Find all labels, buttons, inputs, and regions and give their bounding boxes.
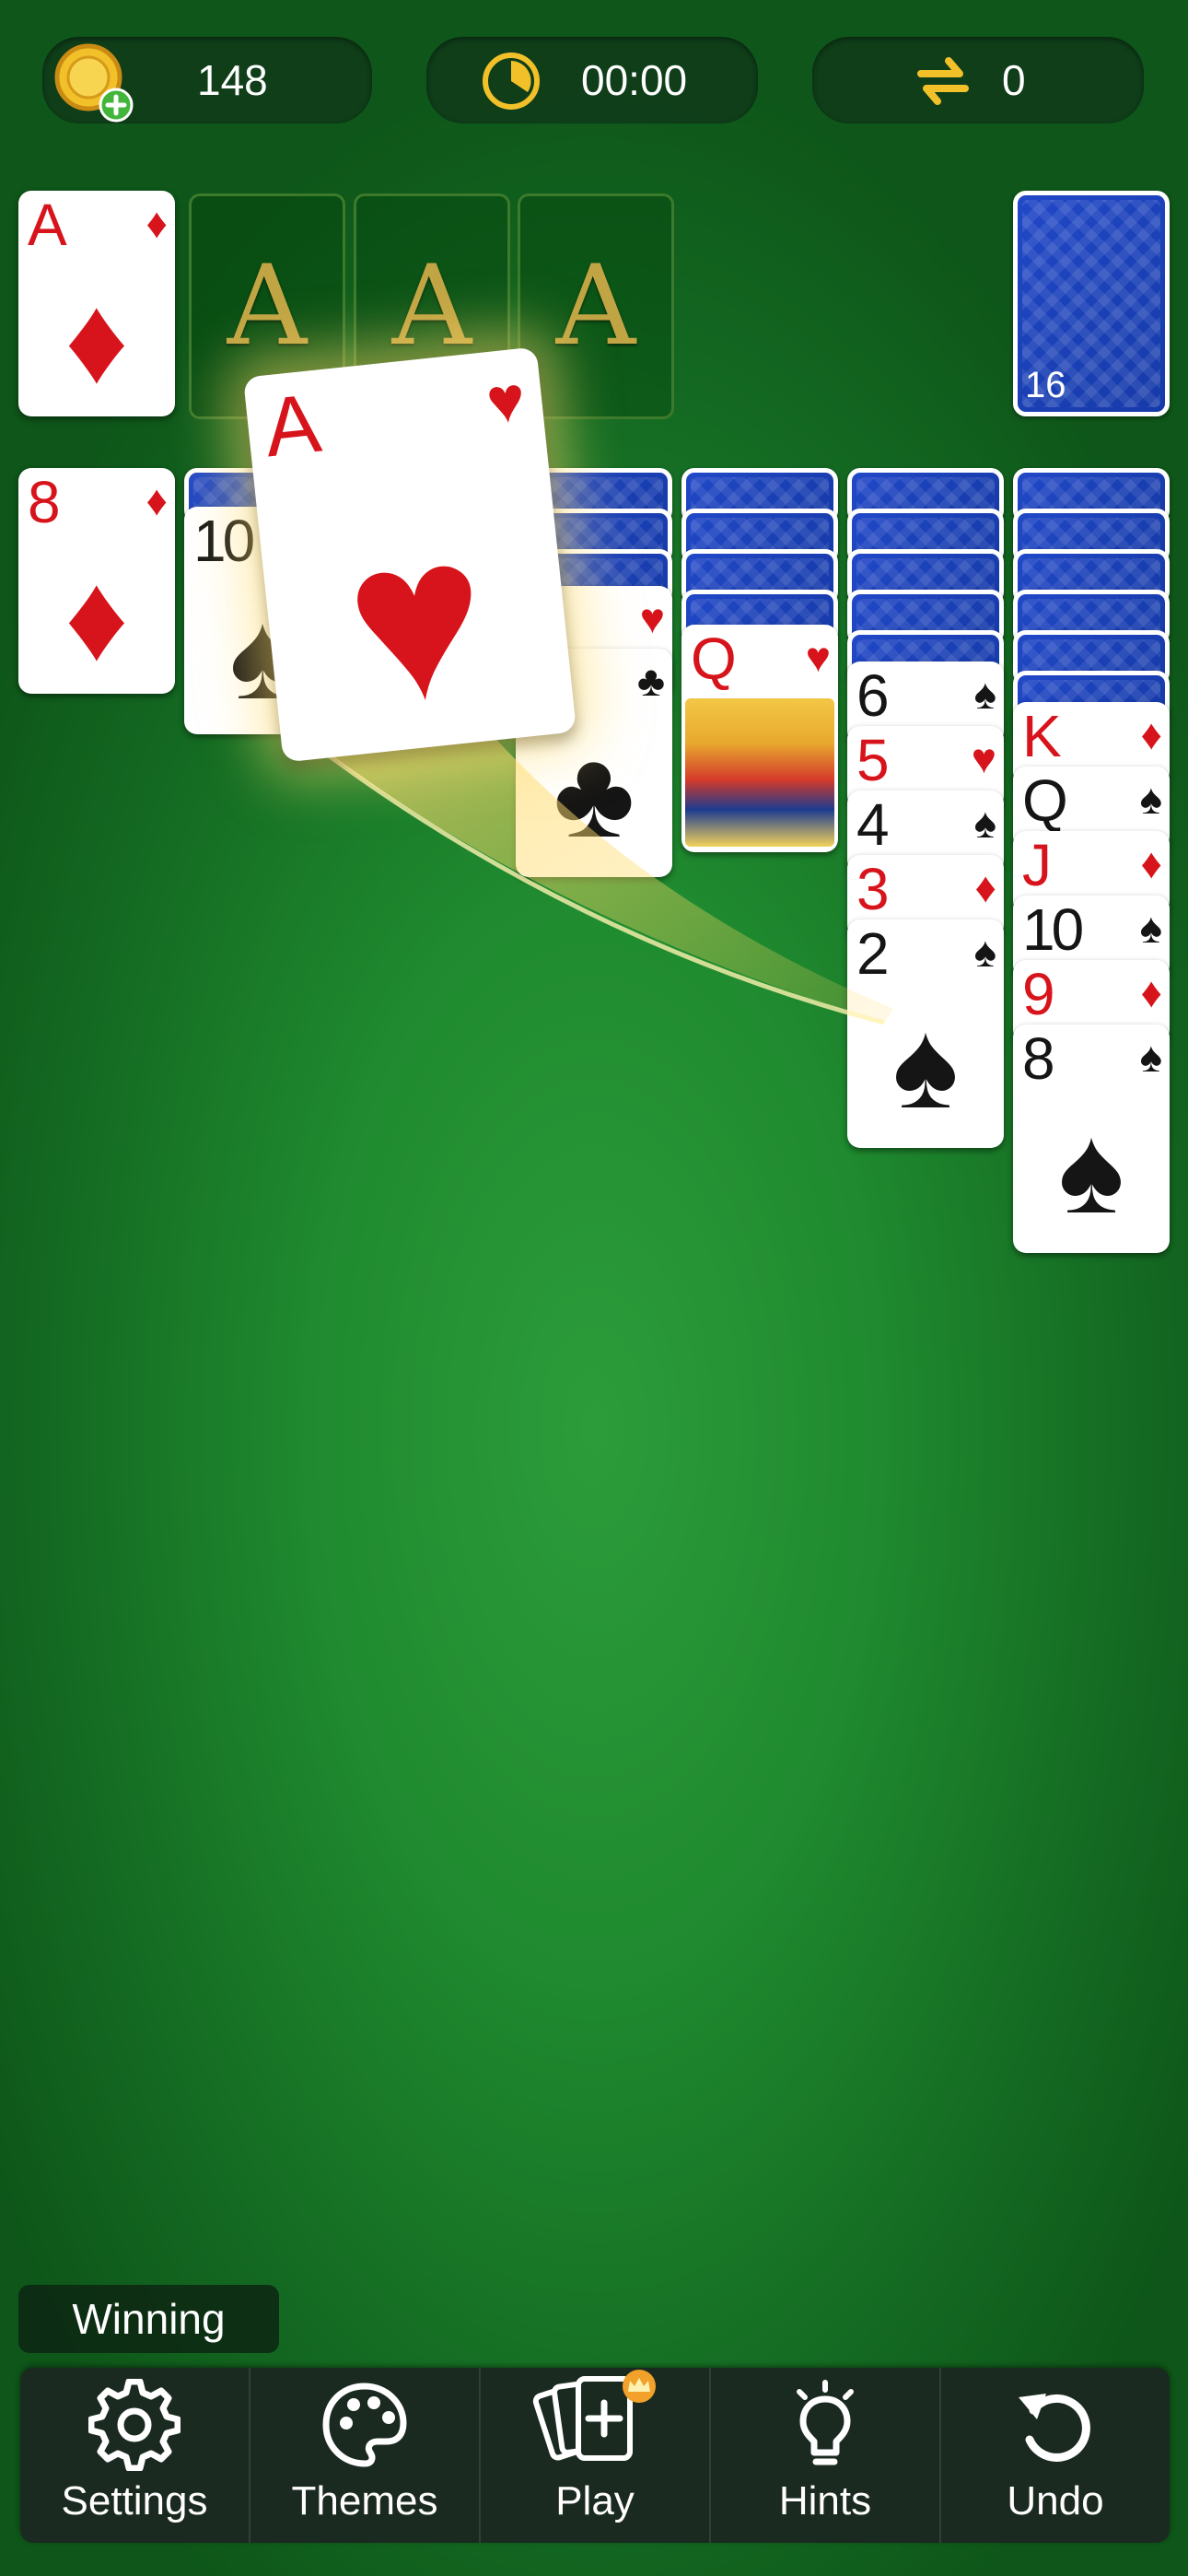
card-rank: 2 bbox=[856, 920, 890, 987]
spade-icon: ♠ bbox=[973, 799, 996, 847]
tableau-card-queen-hearts[interactable]: Q ♥ bbox=[681, 625, 838, 852]
timer-display: 00:00 bbox=[426, 37, 758, 123]
heart-icon: ♥ bbox=[805, 633, 831, 681]
diamond-icon: ♦ bbox=[974, 863, 996, 911]
tableau-card-2-spades[interactable]: 2 ♠ ♠ bbox=[847, 919, 1004, 1148]
play-label: Play bbox=[555, 2478, 635, 2523]
coins-counter[interactable]: 148 bbox=[42, 37, 372, 123]
heart-icon: ♥ bbox=[971, 734, 996, 782]
spade-icon: ♠ bbox=[892, 995, 959, 1134]
heart-icon: ♥ bbox=[483, 362, 529, 439]
card-rank: 6 bbox=[856, 662, 890, 729]
card-rank: Q bbox=[1022, 767, 1068, 834]
clock-icon bbox=[483, 53, 540, 110]
spade-icon: ♠ bbox=[1058, 1100, 1124, 1239]
moves-counter: 0 bbox=[812, 37, 1144, 123]
club-icon: ♣ bbox=[636, 657, 665, 705]
palette-icon bbox=[322, 2383, 407, 2467]
queen-portrait bbox=[685, 698, 834, 847]
heart-icon: ♥ bbox=[334, 483, 498, 754]
lightbulb-icon bbox=[797, 2380, 854, 2465]
slot-label: A bbox=[227, 242, 308, 370]
play-button[interactable]: Play bbox=[481, 2368, 711, 2543]
card-rank: K bbox=[1022, 703, 1062, 769]
game-table: 148 00:00 0 A ♦ ♦ A A A 16 8 ♦ ♦ 10 ♠ ♠ bbox=[0, 0, 1188, 2576]
diamond-icon: ♦ bbox=[1140, 968, 1162, 1016]
card-rank: 9 bbox=[1022, 961, 1055, 1027]
card-rank: J bbox=[1022, 832, 1052, 898]
stock-pile[interactable]: 16 bbox=[1013, 191, 1170, 416]
undo-icon bbox=[1019, 2394, 1090, 2462]
crown-icon bbox=[623, 2370, 656, 2403]
card-rank: 10 bbox=[1022, 896, 1084, 963]
card-rank: 8 bbox=[28, 469, 61, 535]
coins-value: 148 bbox=[197, 56, 268, 104]
bottom-toolbar: Settings Themes Play Hints Undo bbox=[20, 2368, 1170, 2543]
spade-icon: ♠ bbox=[1139, 775, 1162, 823]
spade-icon: ♠ bbox=[1139, 1033, 1162, 1081]
moves-icon bbox=[917, 57, 969, 105]
timer-value: 00:00 bbox=[581, 56, 688, 104]
card-rank: 5 bbox=[856, 727, 890, 793]
undo-label: Undo bbox=[1007, 2478, 1104, 2523]
card-rank: Q bbox=[691, 626, 737, 692]
cards-plus-icon bbox=[532, 2370, 656, 2461]
settings-button[interactable]: Settings bbox=[20, 2368, 250, 2543]
card-rank: 4 bbox=[856, 791, 890, 858]
card-rank: A bbox=[260, 378, 321, 475]
tableau-card-8-diamonds[interactable]: 8 ♦ ♦ bbox=[18, 468, 175, 694]
moving-card-ace-hearts[interactable]: A ♥ ♥ bbox=[242, 346, 577, 763]
themes-button[interactable]: Themes bbox=[250, 2368, 481, 2543]
slot-label: A bbox=[555, 242, 636, 370]
club-icon: ♣ bbox=[553, 724, 635, 863]
diamond-icon: ♦ bbox=[64, 270, 129, 409]
hints-button[interactable]: Hints bbox=[711, 2368, 941, 2543]
tableau-card-8-spades[interactable]: 8 ♠ ♠ bbox=[1013, 1025, 1170, 1253]
coin-icon bbox=[54, 43, 134, 123]
card-rank: 3 bbox=[856, 856, 890, 922]
diamond-icon: ♦ bbox=[1140, 839, 1162, 887]
gear-icon bbox=[88, 2379, 181, 2471]
foundation-slot-4[interactable]: A bbox=[518, 193, 674, 419]
spade-icon: ♠ bbox=[973, 670, 996, 718]
themes-label: Themes bbox=[291, 2478, 438, 2523]
stock-count: 16 bbox=[1025, 365, 1066, 405]
foundation-card-ace-diamonds[interactable]: A ♦ ♦ bbox=[18, 191, 175, 416]
undo-button[interactable]: Undo bbox=[941, 2368, 1170, 2543]
moves-value: 0 bbox=[1002, 56, 1026, 104]
diamond-icon: ♦ bbox=[64, 547, 129, 686]
card-rank: 8 bbox=[1022, 1025, 1055, 1092]
status-badge: Winning bbox=[18, 2285, 279, 2353]
card-rank: A bbox=[28, 192, 67, 258]
spade-icon: ♠ bbox=[973, 928, 996, 976]
diamond-icon: ♦ bbox=[146, 199, 168, 247]
spade-icon: ♠ bbox=[1139, 904, 1162, 952]
diamond-icon: ♦ bbox=[146, 476, 168, 524]
slot-label: A bbox=[391, 242, 472, 370]
heart-icon: ♥ bbox=[639, 594, 665, 642]
hints-label: Hints bbox=[778, 2478, 872, 2523]
diamond-icon: ♦ bbox=[1140, 710, 1162, 758]
card-rank: 10 bbox=[193, 508, 255, 574]
settings-label: Settings bbox=[61, 2478, 208, 2523]
